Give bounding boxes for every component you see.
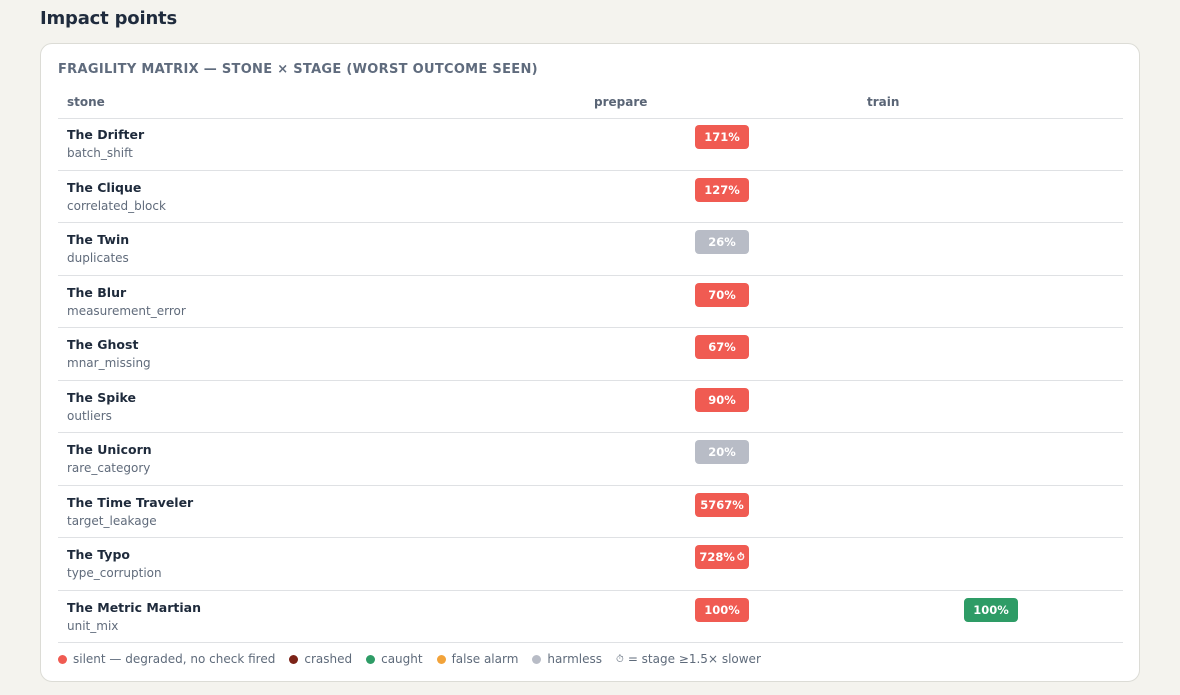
legend-label: silent — degraded, no check fired <box>73 652 276 666</box>
table-row: The Unicorn rare_category 20% <box>58 433 1123 486</box>
table-row: The Clique correlated_block 127% <box>58 171 1123 223</box>
prepare-outcome-badge[interactable]: 100% <box>695 597 749 622</box>
prepare-outcome-badge[interactable]: 67% <box>695 335 749 359</box>
table-row: The Ghost mnar_missing 67% <box>58 328 1123 381</box>
table-row: The Spike outliers 90% <box>58 381 1123 433</box>
fragility-matrix-card: FRAGILITY MATRIX — STONE × STAGE (WORST … <box>40 43 1140 682</box>
stone-name: The Typo <box>67 547 130 562</box>
legend-item-crashed: crashed <box>289 652 352 666</box>
page-title: Impact points <box>40 8 177 29</box>
stone-id: outliers <box>67 408 112 423</box>
silent-dot-icon <box>58 654 67 664</box>
badge-value: 90% <box>708 392 736 407</box>
stone-id: target_leakage <box>67 513 157 528</box>
badge-value: 100% <box>973 602 1009 617</box>
stone-name: The Metric Martian <box>67 599 201 615</box>
stone-name: The Clique <box>67 179 142 195</box>
column-header-train: train <box>867 95 900 109</box>
table-row: The Drifter batch_shift 171% <box>58 118 1123 171</box>
stone-id: unit_mix <box>67 618 119 633</box>
table-row: The Twin duplicates 26% <box>58 223 1123 276</box>
prepare-outcome-badge[interactable]: 70% <box>695 282 749 307</box>
badge-value: 728% <box>699 550 735 564</box>
matrix-rows: The Drifter batch_shift 171% The Clique … <box>58 118 1123 643</box>
badge-value: 26% <box>708 235 736 249</box>
stone-name: The Time Traveler <box>67 494 194 510</box>
legend-item-false-alarm: false alarm <box>436 652 519 666</box>
stopwatch-icon: ⏱ <box>736 551 745 563</box>
prepare-outcome-badge[interactable]: 90% <box>695 387 749 412</box>
stone-id: duplicates <box>67 251 129 265</box>
prepare-outcome-badge[interactable]: 127% <box>695 177 749 202</box>
stone-id: measurement_error <box>67 303 186 318</box>
legend-label: crashed <box>304 652 353 666</box>
table-header: stone prepare train <box>58 88 1123 119</box>
prepare-outcome-badge[interactable]: 171% <box>695 125 749 149</box>
stone-id: type_corruption <box>67 566 162 580</box>
legend-label: caught <box>381 652 423 666</box>
stone-name: The Spike <box>67 389 136 405</box>
stone-name: The Ghost <box>67 337 139 352</box>
badge-value: 127% <box>704 182 740 197</box>
legend-label: false alarm <box>451 652 519 666</box>
badge-value: 100% <box>704 602 740 617</box>
badge-value: 70% <box>708 287 736 302</box>
stone-id: correlated_block <box>67 198 166 213</box>
stone-name: The Drifter <box>67 127 145 142</box>
legend-item-caught: caught <box>366 652 423 666</box>
legend-label: harmless <box>547 652 602 666</box>
stone-id: batch_shift <box>67 146 133 160</box>
table-row: The Time Traveler target_leakage 5767% <box>58 486 1123 538</box>
prepare-outcome-badge[interactable]: 728% ⏱ <box>695 545 749 569</box>
stone-id: rare_category <box>67 461 151 475</box>
legend-label: = stage ≥1.5× slower <box>627 652 761 666</box>
false-alarm-dot-icon <box>436 654 446 664</box>
stone-name: The Twin <box>67 232 130 247</box>
column-header-stone: stone <box>67 95 105 109</box>
legend-item-slow: ⏱ = stage ≥1.5× slower <box>616 652 761 666</box>
caught-dot-icon <box>366 654 376 664</box>
matrix-title: FRAGILITY MATRIX — STONE × STAGE (WORST … <box>58 62 538 77</box>
stone-id: mnar_missing <box>67 356 151 370</box>
stopwatch-icon: ⏱ <box>616 653 624 665</box>
badge-value: 5767% <box>700 497 744 512</box>
legend: silent — degraded, no check fired crashe… <box>58 649 775 669</box>
train-outcome-badge[interactable]: 100% <box>964 597 1018 622</box>
prepare-outcome-badge[interactable]: 26% <box>695 230 749 254</box>
legend-item-harmless: harmless <box>532 652 602 666</box>
table-row: The Blur measurement_error 70% <box>58 276 1123 328</box>
column-header-prepare: prepare <box>594 95 648 109</box>
prepare-outcome-badge[interactable]: 5767% <box>695 492 749 517</box>
stone-name: The Unicorn <box>67 442 152 457</box>
badge-value: 171% <box>704 130 740 144</box>
table-row: The Typo type_corruption 728% ⏱ <box>58 538 1123 591</box>
badge-value: 20% <box>708 445 736 459</box>
legend-item-silent: silent — degraded, no check fired <box>58 652 275 666</box>
harmless-dot-icon <box>532 654 542 664</box>
prepare-outcome-badge[interactable]: 20% <box>695 440 749 464</box>
table-row: The Metric Martian unit_mix 100% 100% <box>58 591 1123 643</box>
badge-value: 67% <box>708 340 736 354</box>
crashed-dot-icon <box>289 654 299 664</box>
stone-name: The Blur <box>67 284 127 300</box>
